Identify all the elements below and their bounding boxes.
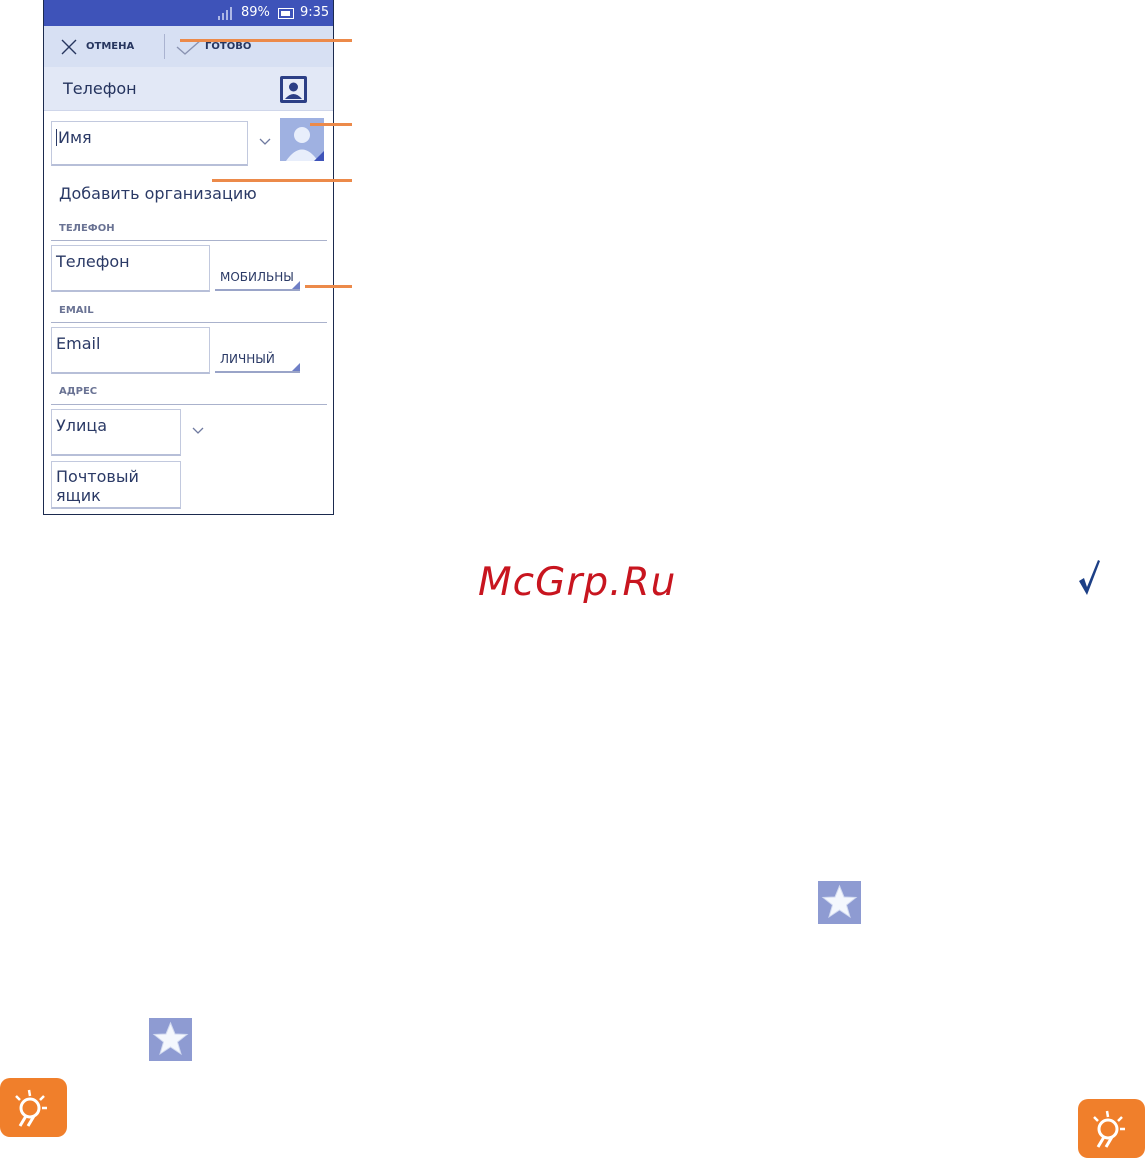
tip-bulb-icon	[0, 1078, 67, 1137]
battery-icon	[278, 8, 294, 19]
status-bar: 89% 9:35	[44, 0, 333, 26]
done-label: ГОТОВО	[205, 41, 252, 52]
email-type-value: ЛИЧНЫЙ	[220, 352, 275, 366]
watermark-text: McGrp.Ru	[478, 560, 677, 605]
callout-line-photo	[310, 123, 352, 126]
phone-screenshot: 89% 9:35 ОТМЕНА ГОТОВО Телефон Имя Добав…	[43, 0, 334, 515]
callout-line-add-org	[212, 179, 352, 182]
callout-line-type	[305, 285, 352, 288]
street-placeholder: Улица	[56, 416, 108, 435]
email-section-header: EMAIL	[59, 305, 94, 316]
pobox-placeholder-line2: ящик	[56, 486, 101, 505]
signal-icon	[218, 6, 236, 20]
address-section-header: АДРЕС	[59, 386, 98, 397]
action-bar: ОТМЕНА ГОТОВО	[44, 26, 333, 68]
text-cursor	[56, 129, 57, 146]
phone-field[interactable]: Телефон	[51, 245, 210, 292]
close-icon	[61, 39, 77, 54]
pobox-placeholder-line1: Почтовый	[56, 467, 139, 486]
section-divider	[51, 404, 327, 405]
name-placeholder: Имя	[58, 128, 92, 147]
dropdown-corner-icon	[292, 281, 300, 289]
phone-placeholder: Телефон	[56, 252, 130, 271]
checkmark-icon	[1079, 560, 1100, 595]
account-row[interactable]: Телефон	[44, 67, 333, 111]
tip-bulb-icon	[1078, 1099, 1145, 1158]
battery-percent: 89%	[241, 5, 270, 20]
name-field[interactable]: Имя	[51, 121, 248, 166]
chevron-down-icon[interactable]	[192, 427, 204, 435]
phone-type-value: МОБИЛЬНЫ	[220, 270, 294, 284]
done-button[interactable]: ГОТОВО	[175, 26, 251, 67]
section-divider	[51, 322, 327, 323]
favorite-star-icon	[149, 1018, 192, 1061]
cancel-label: ОТМЕНА	[86, 41, 135, 52]
phone-section-header: ТЕЛЕФОН	[59, 223, 115, 234]
account-label: Телефон	[63, 79, 137, 98]
email-field[interactable]: Email	[51, 327, 210, 374]
callout-line-action-bar	[180, 39, 352, 42]
email-placeholder: Email	[56, 334, 101, 353]
action-divider	[164, 34, 165, 59]
phone-type-select[interactable]: МОБИЛЬНЫ	[215, 262, 300, 291]
cancel-button[interactable]: ОТМЕНА	[60, 26, 134, 67]
chevron-down-icon[interactable]	[259, 138, 271, 146]
pobox-field[interactable]: Почтовый ящик	[51, 461, 181, 509]
clock: 9:35	[300, 5, 330, 20]
email-type-select[interactable]: ЛИЧНЫЙ	[215, 344, 300, 373]
contact-card-icon	[280, 76, 307, 103]
section-divider	[51, 240, 327, 241]
add-organization-link[interactable]: Добавить организацию	[59, 184, 257, 203]
dropdown-corner-icon	[292, 363, 300, 371]
street-field[interactable]: Улица	[51, 409, 181, 456]
favorite-star-icon	[818, 881, 861, 924]
